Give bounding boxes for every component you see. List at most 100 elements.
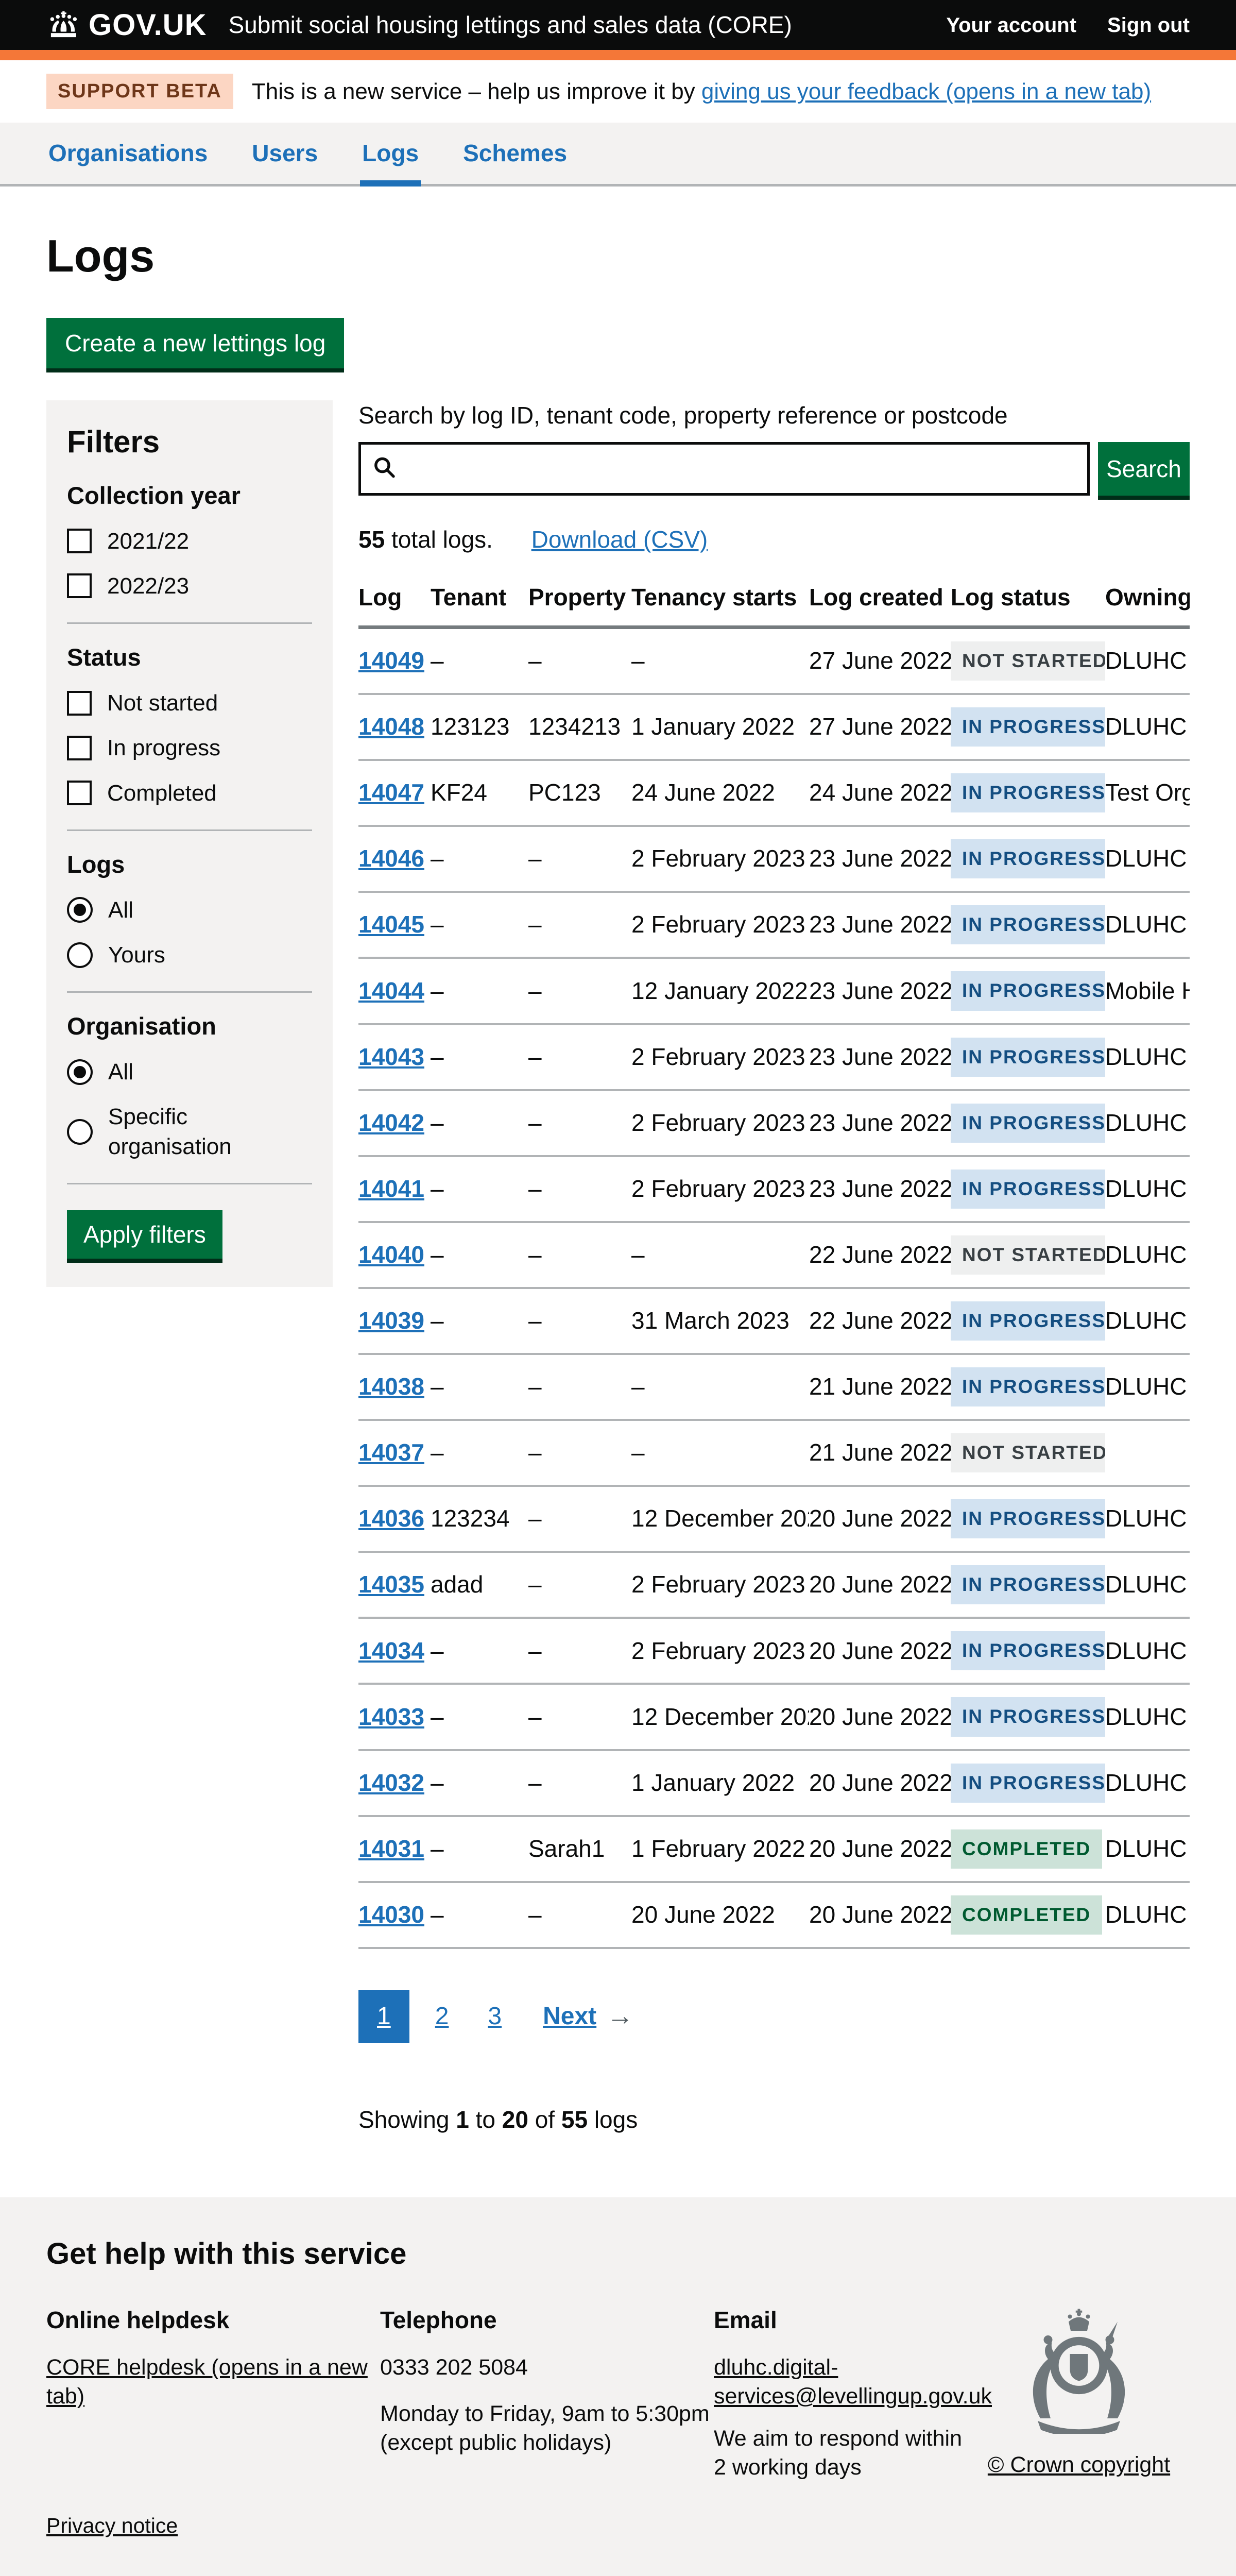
radio-control[interactable] — [67, 897, 93, 923]
create-lettings-log-button[interactable]: Create a new lettings log — [46, 318, 344, 368]
cell-log-created: 23 June 2022 — [809, 958, 951, 1024]
cell-owning-organisation: DLUHC — [1105, 1354, 1190, 1420]
cell-tenancy-starts: 2 February 2023 — [631, 826, 809, 892]
log-id-link[interactable]: 14030 — [358, 1901, 424, 1928]
status-badge: IN PROGRESS — [951, 1104, 1105, 1143]
cell-property: – — [528, 1156, 631, 1222]
checkbox-control[interactable] — [67, 691, 92, 716]
log-id-link[interactable]: 14041 — [358, 1175, 424, 1202]
your-account-link[interactable]: Your account — [946, 12, 1076, 39]
feedback-link[interactable]: giving us your feedback (opens in a new … — [701, 79, 1151, 104]
log-id-link[interactable]: 14047 — [358, 779, 424, 806]
checkbox-control[interactable] — [67, 529, 92, 553]
log-id-link[interactable]: 14044 — [358, 977, 424, 1004]
log-id-link[interactable]: 14038 — [358, 1373, 424, 1400]
checkbox-control[interactable] — [67, 573, 92, 598]
cell-log-created: 20 June 2022 — [809, 1816, 951, 1882]
checkbox-completed[interactable]: Completed — [67, 778, 312, 808]
search-button[interactable]: Search — [1098, 442, 1190, 496]
total-logs-suffix: total logs. — [385, 526, 493, 553]
cell-log-created: 20 June 2022 — [809, 1882, 951, 1948]
cell-tenant: – — [431, 1816, 528, 1882]
checkbox-control[interactable] — [67, 781, 92, 805]
option-label: All — [108, 1057, 133, 1087]
cell-property: – — [528, 1486, 631, 1552]
table-row: 14040–––22 June 2022NOT STARTEDDLUHC — [358, 1222, 1190, 1288]
tab-users[interactable]: Users — [250, 123, 320, 187]
radio-specific-organisation[interactable]: Specific organisation — [67, 1102, 312, 1161]
log-id-link[interactable]: 14048 — [358, 713, 424, 740]
arrow-right-icon: → — [607, 1999, 633, 2034]
footer-heading: Get help with this service — [46, 2234, 1190, 2273]
cell-tenant: – — [431, 1288, 528, 1354]
checkbox-not-started[interactable]: Not started — [67, 688, 312, 718]
cell-tenancy-starts: 12 December 2021 — [631, 1486, 809, 1552]
log-id-link[interactable]: 14042 — [358, 1109, 424, 1136]
log-id-link[interactable]: 14037 — [358, 1439, 424, 1466]
tab-schemes[interactable]: Schemes — [461, 123, 569, 187]
sign-out-link[interactable]: Sign out — [1107, 12, 1190, 39]
primary-navigation: Organisations Users Logs Schemes — [0, 123, 1236, 187]
log-id-link[interactable]: 14036 — [358, 1505, 424, 1532]
cell-log-created: 21 June 2022 — [809, 1420, 951, 1486]
log-id-link[interactable]: 14045 — [358, 911, 424, 938]
cell-owning-organisation: DLUHC Test — [1105, 1882, 1190, 1948]
showing-total: 55 — [561, 2106, 588, 2133]
govuk-home-link[interactable]: GOV.UK — [46, 6, 207, 44]
crown-copyright-link[interactable]: © Crown copyright — [988, 2451, 1170, 2480]
tab-logs[interactable]: Logs — [360, 123, 421, 187]
pagination-next-link[interactable]: Next — [543, 2001, 596, 2032]
cell-tenant: – — [431, 1684, 528, 1750]
service-name: Submit social housing lettings and sales… — [228, 10, 792, 41]
log-id-link[interactable]: 14043 — [358, 1043, 424, 1070]
radio-yours[interactable]: Yours — [67, 940, 312, 970]
divider — [67, 829, 312, 831]
radio-all[interactable]: All — [67, 895, 312, 925]
pagination-page-3[interactable]: 3 — [474, 1990, 515, 2043]
radio-control[interactable] — [67, 1059, 93, 1085]
checkbox-2022-23[interactable]: 2022/23 — [67, 571, 312, 601]
cell-owning-organisation: DLUHC Test — [1105, 1618, 1190, 1684]
filter-group-heading: Status — [67, 641, 312, 673]
cell-tenant: – — [431, 1882, 528, 1948]
cell-property: – — [528, 1552, 631, 1618]
log-id-link[interactable]: 14049 — [358, 647, 424, 674]
status-badge: IN PROGRESS — [951, 971, 1105, 1010]
divider — [67, 622, 312, 624]
cell-log-created: 20 June 2022 — [809, 1750, 951, 1816]
apply-filters-button[interactable]: Apply filters — [67, 1210, 222, 1259]
tab-organisations[interactable]: Organisations — [46, 123, 210, 187]
main-content: Logs Create a new lettings log Filters C… — [0, 227, 1236, 2136]
log-id-link[interactable]: 14031 — [358, 1835, 424, 1862]
pagination-page-2[interactable]: 2 — [422, 1990, 462, 2043]
table-row: 14030––20 June 202220 June 2022COMPLETED… — [358, 1882, 1190, 1948]
cell-owning-organisation: DLUHC — [1105, 1222, 1190, 1288]
cell-owning-organisation: DLUHC Test — [1105, 1090, 1190, 1156]
search-input[interactable] — [358, 442, 1090, 496]
radio-control[interactable] — [67, 1119, 93, 1145]
checkbox-control[interactable] — [67, 736, 92, 760]
log-id-link[interactable]: 14032 — [358, 1769, 424, 1796]
checkbox-in-progress[interactable]: In progress — [67, 733, 312, 762]
pagination-page-1[interactable]: 1 — [358, 1990, 409, 2043]
core-helpdesk-link[interactable]: CORE helpdesk (opens in a new tab) — [46, 2355, 368, 2409]
log-id-link[interactable]: 14033 — [358, 1703, 424, 1730]
radio-all[interactable]: All — [67, 1057, 312, 1087]
privacy-notice-link[interactable]: Privacy notice — [46, 2512, 178, 2539]
cell-log-created: 20 June 2022 — [809, 1684, 951, 1750]
log-id-link[interactable]: 14039 — [358, 1307, 424, 1334]
cell-log-created: 23 June 2022 — [809, 826, 951, 892]
cell-property: – — [528, 1420, 631, 1486]
log-id-link[interactable]: 14035 — [358, 1571, 424, 1598]
checkbox-2021-22[interactable]: 2021/22 — [67, 527, 312, 556]
email-link[interactable]: dluhc.digital-services@levellingup.gov.u… — [714, 2355, 992, 2409]
log-id-link[interactable]: 14040 — [358, 1241, 424, 1268]
log-id-link[interactable]: 14046 — [358, 845, 424, 872]
radio-control[interactable] — [67, 942, 93, 968]
cell-owning-organisation: DLUHC Test — [1105, 1816, 1190, 1882]
footer-telephone-column: Telephone 0333 202 5084 Monday to Friday… — [380, 2305, 714, 2482]
cell-tenant: – — [431, 1420, 528, 1486]
download-csv-link[interactable]: Download (CSV) — [531, 526, 708, 553]
divider — [67, 1183, 312, 1184]
log-id-link[interactable]: 14034 — [358, 1637, 424, 1664]
